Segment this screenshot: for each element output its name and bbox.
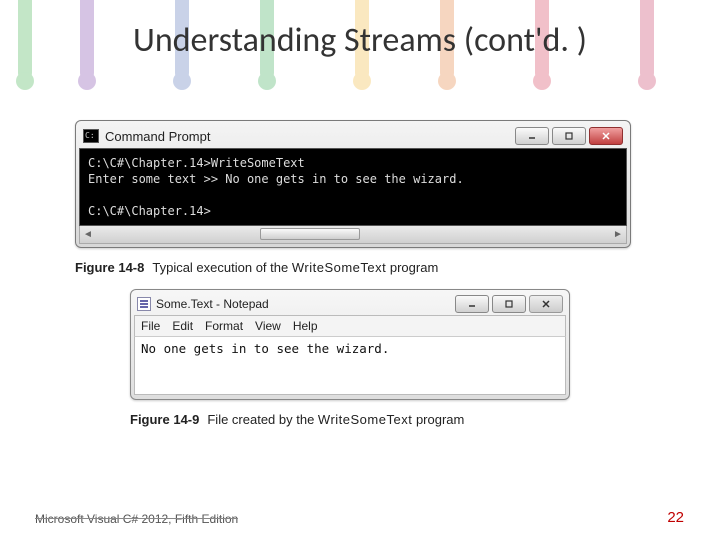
maximize-button[interactable] (552, 127, 586, 145)
footer-credit: Microsoft Visual C# 2012, Fifth Edition (35, 512, 238, 526)
caption-text: program (412, 412, 464, 427)
menu-item-format[interactable]: Format (205, 319, 243, 333)
notepad-menubar: File Edit Format View Help (134, 315, 566, 337)
figure-14-9-caption: Figure 14-9 File created by the WriteSome… (130, 412, 645, 427)
cmd-titlebar: C: Command Prompt (79, 124, 627, 148)
caption-text: Typical execution of the (152, 260, 291, 275)
cmd-scrollbar[interactable]: ◄ ► (79, 226, 627, 244)
figure-label: Figure 14-9 (130, 412, 199, 427)
caption-text: File created by the (207, 412, 318, 427)
notepad-window: Some.Text - Notepad File Edit Format View He… (130, 289, 570, 400)
window-buttons (455, 295, 563, 313)
notepad-titlebar: Some.Text - Notepad (134, 293, 566, 315)
window-buttons (515, 127, 623, 145)
cmd-output: C:\C#\Chapter.14>WriteSomeText Enter som… (79, 148, 627, 226)
command-prompt-window: C: Command Prompt C:\C#\Chapter.14>Write… (75, 120, 631, 248)
notepad-icon (137, 297, 151, 311)
minimize-button[interactable] (515, 127, 549, 145)
cmd-title: Command Prompt (105, 129, 515, 144)
notepad-title: Some.Text - Notepad (156, 297, 455, 311)
figure-14-8-caption: Figure 14-8 Typical execution of the Writ… (75, 260, 645, 275)
program-name: WriteSomeText (292, 260, 386, 275)
scroll-left-icon[interactable]: ◄ (80, 226, 96, 243)
scroll-thumb[interactable] (260, 228, 360, 240)
menu-item-file[interactable]: File (141, 319, 160, 333)
menu-item-help[interactable]: Help (293, 319, 318, 333)
minimize-button[interactable] (455, 295, 489, 313)
cmd-icon: C: (83, 129, 99, 143)
menu-item-edit[interactable]: Edit (172, 319, 193, 333)
figure-label: Figure 14-8 (75, 260, 144, 275)
menu-item-view[interactable]: View (255, 319, 281, 333)
program-name: WriteSomeText (318, 412, 412, 427)
notepad-content: No one gets in to see the wizard. (134, 337, 566, 395)
caption-text: program (386, 260, 438, 275)
slide-title: Understanding Streams (cont'd. ) (0, 20, 720, 61)
close-button[interactable] (529, 295, 563, 313)
maximize-button[interactable] (492, 295, 526, 313)
page-number: 22 (667, 509, 684, 526)
scroll-right-icon[interactable]: ► (610, 226, 626, 243)
close-button[interactable] (589, 127, 623, 145)
